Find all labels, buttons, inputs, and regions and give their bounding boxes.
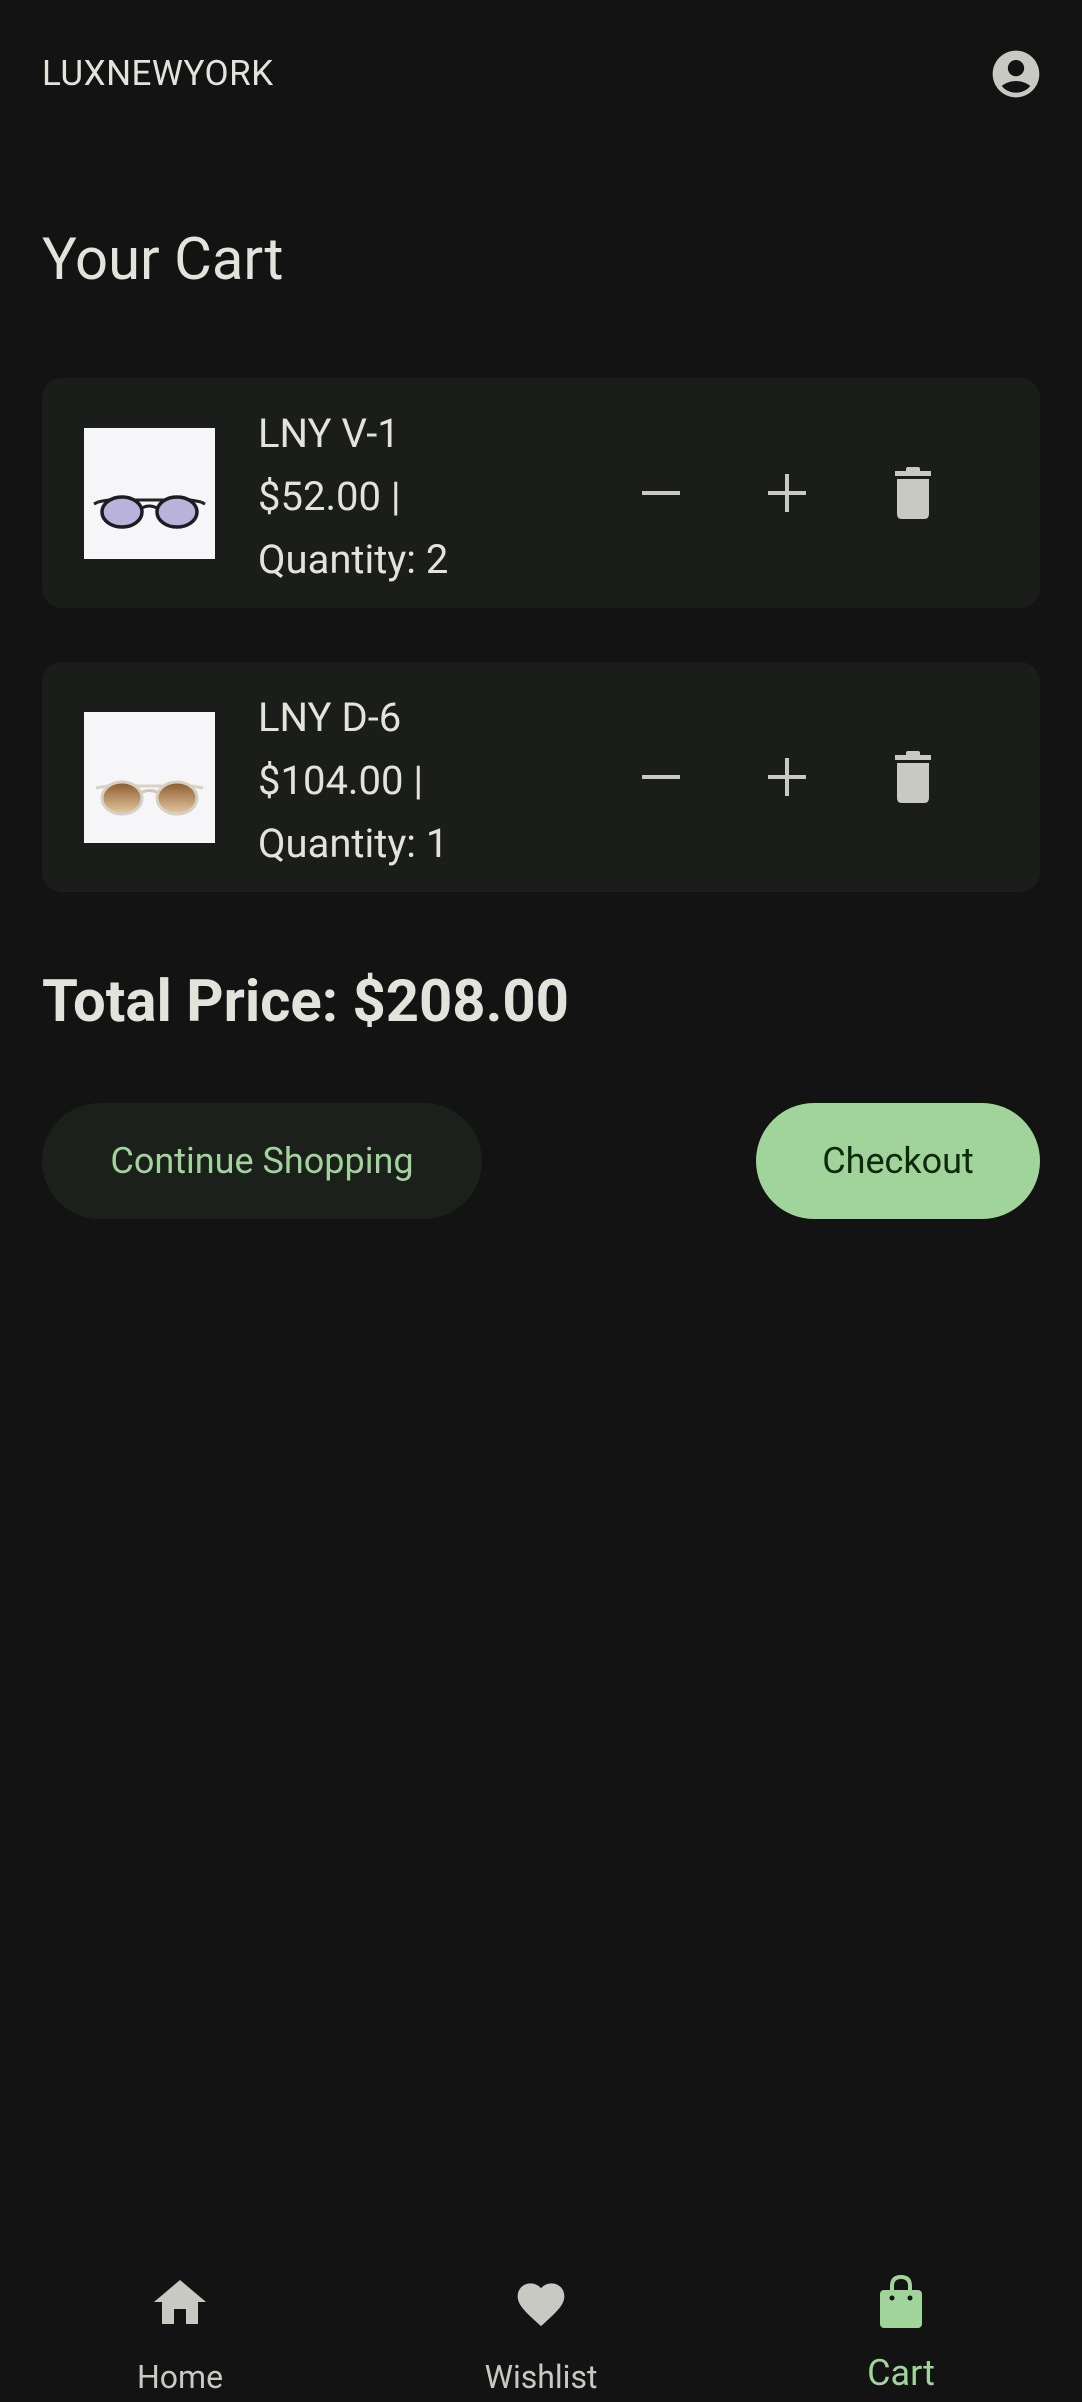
account-button[interactable] xyxy=(988,46,1044,102)
increase-quantity-button[interactable] xyxy=(751,457,823,529)
nav-item-cart[interactable]: Cart xyxy=(721,2240,1081,2402)
nav-label: Wishlist xyxy=(484,2358,598,2396)
minus-icon xyxy=(642,775,680,779)
cart-item: LNY D-6 $104.00 | Quantity: 1 xyxy=(42,662,1040,892)
product-image[interactable] xyxy=(84,712,215,843)
product-image[interactable] xyxy=(84,428,215,559)
checkout-button[interactable]: Checkout xyxy=(756,1103,1040,1219)
decrease-quantity-button[interactable] xyxy=(625,741,697,813)
bottom-navigation: Home Wishlist Cart xyxy=(0,2240,1082,2402)
round-sunglasses-amber-icon xyxy=(84,712,215,843)
item-price: $52.00 | xyxy=(258,473,401,520)
cart-screen: LUXNEWYORK Your Cart LNY V-1 $52.00 | Qu… xyxy=(0,0,1082,2402)
shopping-bag-icon xyxy=(869,2270,933,2334)
round-sunglasses-lavender-icon xyxy=(84,428,215,559)
cart-item: LNY V-1 $52.00 | Quantity: 2 xyxy=(42,378,1040,608)
top-app-bar: LUXNEWYORK xyxy=(0,0,1082,148)
minus-icon xyxy=(642,491,680,495)
item-quantity: Quantity: 2 xyxy=(258,536,449,583)
account-circle-icon xyxy=(992,50,1040,98)
total-price: Total Price: $208.00 xyxy=(42,968,569,1036)
trash-icon xyxy=(895,751,931,803)
home-icon xyxy=(148,2270,212,2334)
delete-item-button[interactable] xyxy=(877,457,949,529)
trash-icon xyxy=(895,467,931,519)
item-price: $104.00 | xyxy=(258,757,424,804)
nav-item-wishlist[interactable]: Wishlist xyxy=(361,2240,721,2402)
continue-shopping-button[interactable]: Continue Shopping xyxy=(42,1103,482,1219)
page-title: Your Cart xyxy=(42,226,284,294)
plus-icon xyxy=(768,758,806,796)
heart-icon xyxy=(509,2270,573,2334)
increase-quantity-button[interactable] xyxy=(751,741,823,813)
nav-label-active: Cart xyxy=(867,2352,935,2394)
delete-item-button[interactable] xyxy=(877,741,949,813)
item-info: LNY D-6 $104.00 | Quantity: 1 xyxy=(258,686,448,875)
nav-label: Home xyxy=(136,2358,224,2396)
item-name: LNY D-6 xyxy=(258,694,402,741)
decrease-quantity-button[interactable] xyxy=(625,457,697,529)
item-name: LNY V-1 xyxy=(258,410,400,457)
brand-logo[interactable]: LUXNEWYORK xyxy=(42,53,274,94)
item-quantity: Quantity: 1 xyxy=(258,820,449,867)
item-info: LNY V-1 $52.00 | Quantity: 2 xyxy=(258,402,448,591)
nav-item-home[interactable]: Home xyxy=(0,2240,360,2402)
plus-icon xyxy=(768,474,806,512)
